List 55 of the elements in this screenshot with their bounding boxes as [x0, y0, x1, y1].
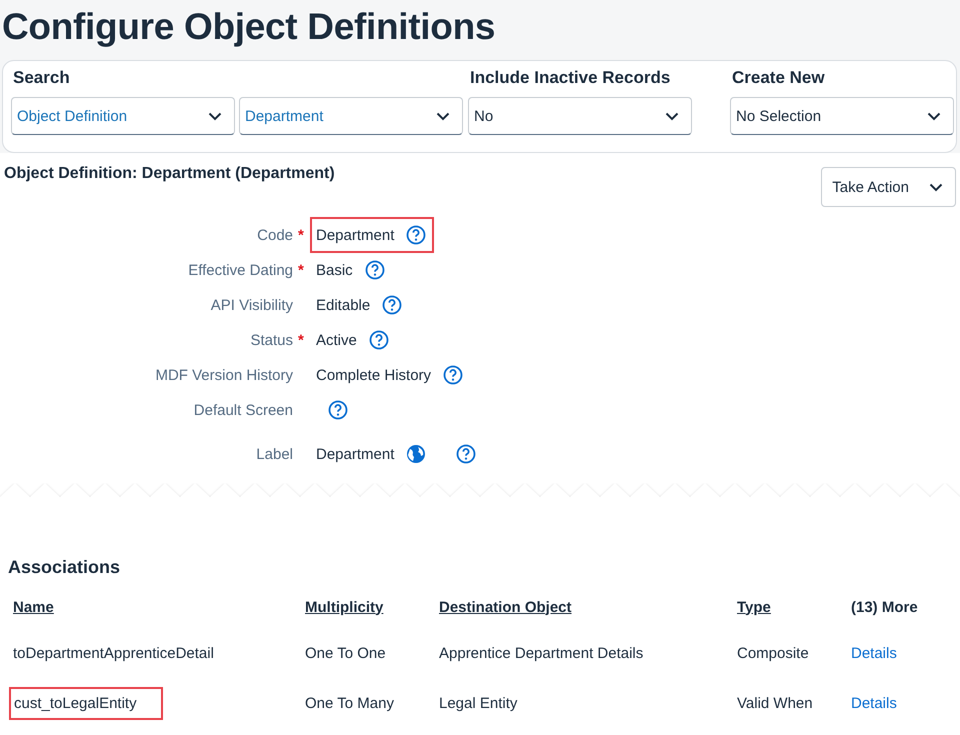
field-label: Status	[250, 332, 293, 348]
multiplicity-cell-text: One To One	[304, 644, 387, 664]
dropdown[interactable]: Object Definition	[11, 97, 235, 135]
chevron-down-icon	[929, 182, 943, 192]
association-name: toDepartmentApprenticeDetail	[12, 644, 215, 664]
section-title: Associations	[8, 557, 122, 578]
section-title: Object Definition: Department (Department)	[4, 164, 335, 183]
column-header[interactable]: Destination Object	[435, 594, 576, 620]
field-value: Department	[316, 226, 394, 244]
field-value: Active	[316, 332, 357, 348]
help-icon[interactable]	[368, 330, 389, 350]
column-header: (13) More	[850, 598, 919, 618]
dropdown[interactable]: No	[468, 97, 692, 135]
dropdown[interactable]: Department	[239, 97, 463, 135]
required-asterisk: *	[298, 262, 304, 278]
take-action-button[interactable]: Take Action	[821, 167, 956, 207]
globe-icon[interactable]	[406, 444, 426, 464]
field-label: Label	[256, 446, 293, 462]
help-icon[interactable]	[364, 260, 385, 280]
field-value: Department	[316, 446, 394, 462]
field-label: Default Screen	[194, 402, 293, 418]
destination-cell-text: Legal Entity	[438, 694, 518, 714]
chevron-down-icon	[665, 112, 679, 120]
chevron-down-icon	[436, 112, 450, 120]
field-label: MDF Version History	[155, 366, 293, 384]
type-cell-text: Valid When	[736, 694, 814, 714]
field-label: Code	[257, 226, 293, 244]
help-icon[interactable]	[456, 444, 476, 464]
column-header[interactable]: Name	[9, 594, 58, 620]
help-icon[interactable]	[328, 400, 348, 420]
group-heading: Create New	[731, 67, 826, 89]
dropdown[interactable]: No Selection	[730, 97, 954, 135]
field-value: Complete History	[316, 366, 432, 384]
field-label: Effective Dating	[188, 262, 293, 278]
chevron-down-icon	[927, 112, 941, 120]
group-heading: Search	[12, 67, 71, 89]
field-label: API Visibility	[210, 296, 293, 314]
group-heading: Include Inactive Records	[469, 67, 672, 89]
help-icon[interactable]	[443, 365, 464, 385]
destination-cell-text: Apprentice Department Details	[438, 644, 644, 664]
details-link[interactable]: Details	[847, 640, 901, 666]
chevron-down-icon	[208, 112, 222, 120]
required-asterisk: *	[298, 332, 304, 348]
details-link[interactable]: Details	[847, 690, 901, 716]
field-value: Basic	[316, 262, 353, 278]
column-header[interactable]: Multiplicity	[301, 594, 388, 620]
required-asterisk: *	[298, 226, 304, 244]
multiplicity-cell-text: One To Many	[304, 694, 395, 714]
help-icon[interactable]	[382, 295, 402, 315]
type-cell-text: Composite	[736, 644, 810, 664]
page-title: Configure Object Definitions	[2, 5, 496, 49]
help-icon[interactable]	[406, 225, 426, 245]
column-header[interactable]: Type	[733, 594, 775, 620]
field-value: Editable	[316, 296, 370, 314]
association-name: cust_toLegalEntity	[9, 686, 163, 720]
